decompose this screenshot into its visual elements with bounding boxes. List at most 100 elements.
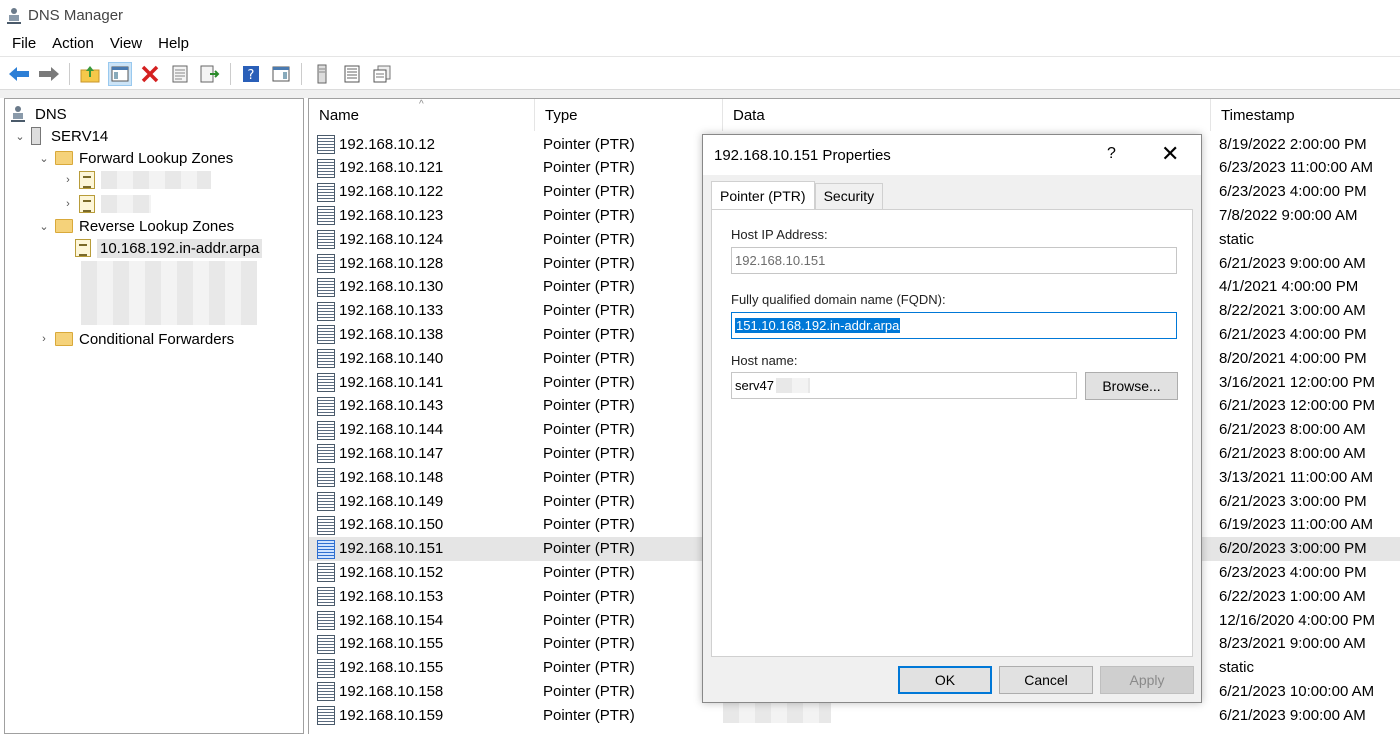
- tree-label-selected-zone: 10.168.192.in-addr.arpa: [97, 238, 263, 258]
- record-timestamp: 6/21/2023 8:00:00 AM: [1219, 421, 1366, 439]
- redacted-zone-name: [101, 171, 211, 189]
- chevron-down-icon[interactable]: ⌄: [37, 152, 51, 165]
- ptr-record-icon: [317, 563, 335, 583]
- tab-panel: Host IP Address: 192.168.10.151 Fully qu…: [711, 209, 1193, 657]
- chevron-down-icon[interactable]: ⌄: [37, 220, 51, 233]
- forward-arrow-icon[interactable]: [37, 62, 61, 86]
- ptr-record-icon: [317, 634, 335, 654]
- column-header-timestamp[interactable]: Timestamp: [1211, 99, 1400, 131]
- tree-node-forward-zones[interactable]: ⌄ Forward Lookup Zones: [37, 147, 233, 169]
- apply-button[interactable]: Apply: [1100, 666, 1194, 694]
- up-folder-icon[interactable]: [78, 62, 102, 86]
- menu-view[interactable]: View: [102, 32, 150, 55]
- record-name: 192.168.10.122: [339, 183, 444, 201]
- tab-pointer-ptr[interactable]: Pointer (PTR): [711, 181, 815, 209]
- delete-icon[interactable]: [138, 62, 162, 86]
- column-header-name[interactable]: Name ^: [309, 99, 535, 131]
- record-type: Pointer (PTR): [543, 159, 635, 177]
- column-header-name-label: Name: [319, 106, 360, 124]
- chevron-right-icon[interactable]: ›: [61, 174, 75, 186]
- toolbar-separator: [301, 62, 302, 85]
- record-timestamp: 6/21/2023 9:00:00 AM: [1219, 254, 1366, 272]
- record-type: Pointer (PTR): [543, 278, 635, 296]
- ptr-record-icon: [317, 254, 335, 273]
- record-name: 192.168.10.141: [339, 373, 444, 391]
- record-name: 192.168.10.130: [339, 278, 444, 296]
- back-arrow-icon[interactable]: [7, 62, 31, 86]
- ptr-record-icon: [317, 611, 335, 630]
- host-ip-field[interactable]: 192.168.10.151: [731, 247, 1177, 274]
- dialog-tabs: Pointer (PTR) Security: [711, 181, 884, 209]
- properties-icon[interactable]: [168, 62, 192, 86]
- tree-node-forward-zone-1[interactable]: ›: [61, 169, 211, 191]
- tree-node-dns[interactable]: DNS: [11, 103, 67, 125]
- record-timestamp: 6/21/2023 8:00:00 AM: [1219, 444, 1366, 462]
- tree-node-reverse-zones[interactable]: ⌄ Reverse Lookup Zones: [37, 215, 234, 237]
- dialog-title-bar: 192.168.10.151 Properties ? ✕: [703, 135, 1201, 175]
- ptr-record-icon: [317, 658, 335, 678]
- record-type: Pointer (PTR): [543, 325, 635, 343]
- record-name: 192.168.10.149: [339, 492, 444, 510]
- dns-root-icon: [11, 105, 25, 123]
- tree-node-server[interactable]: ⌄ SERV14: [13, 125, 108, 147]
- properties-dialog: 192.168.10.151 Properties ? ✕ Pointer (P…: [702, 134, 1202, 703]
- tab-security[interactable]: Security: [814, 183, 884, 209]
- action-pane-icon[interactable]: [269, 62, 293, 86]
- record-timestamp: 3/13/2021 11:00:00 AM: [1219, 468, 1374, 486]
- dns-manager-icon: [6, 7, 22, 25]
- ptr-record-icon: [317, 182, 335, 202]
- tree-node-conditional-forwarders[interactable]: › Conditional Forwarders: [37, 328, 234, 350]
- record-name: 192.168.10.140: [339, 349, 444, 367]
- redacted-data: [723, 703, 831, 723]
- ok-button[interactable]: OK: [898, 666, 992, 694]
- toolbar-separator: [230, 62, 231, 85]
- chevron-down-icon[interactable]: ⌄: [13, 130, 27, 143]
- record-name: 192.168.10.155: [339, 635, 444, 653]
- column-header-data[interactable]: Data: [723, 99, 1211, 131]
- record-copy-icon[interactable]: [370, 62, 394, 86]
- record-type: Pointer (PTR): [543, 302, 635, 320]
- column-header-type[interactable]: Type: [535, 99, 723, 131]
- record-name: 192.168.10.121: [339, 159, 444, 177]
- table-row[interactable]: 192.168.10.159 Pointer (PTR) 6/21/2023 9:0…: [309, 703, 1400, 727]
- help-icon[interactable]: ?: [239, 62, 263, 86]
- dialog-help-button[interactable]: ?: [1107, 145, 1116, 163]
- menu-action[interactable]: Action: [44, 32, 102, 55]
- redacted-zone-list: [81, 261, 257, 325]
- record-type: Pointer (PTR): [543, 540, 635, 558]
- show-hide-tree-icon[interactable]: [108, 61, 132, 86]
- menu-file[interactable]: File: [4, 32, 44, 55]
- record-type: Pointer (PTR): [543, 349, 635, 367]
- console-tree: DNS ⌄ SERV14 ⌄ Forward Lookup Zones › › …: [4, 98, 304, 734]
- cancel-button[interactable]: Cancel: [999, 666, 1093, 694]
- record-type: Pointer (PTR): [543, 373, 635, 391]
- server-icon[interactable]: [310, 62, 334, 86]
- host-name-label: Host name:: [731, 353, 798, 368]
- record-type: Pointer (PTR): [543, 421, 635, 439]
- record-list-icon[interactable]: [340, 62, 364, 86]
- record-type: Pointer (PTR): [543, 206, 635, 224]
- window-title: DNS Manager: [28, 7, 124, 24]
- record-name: 192.168.10.151: [339, 540, 444, 558]
- record-timestamp: 12/16/2020 4:00:00 PM: [1219, 611, 1375, 629]
- ptr-record-icon: [317, 587, 335, 607]
- chevron-right-icon[interactable]: ›: [37, 333, 51, 345]
- chevron-right-icon[interactable]: ›: [61, 198, 75, 210]
- host-name-field[interactable]: serv47: [731, 372, 1077, 399]
- menu-help[interactable]: Help: [150, 32, 197, 55]
- fqdn-field[interactable]: 151.10.168.192.in-addr.arpa: [731, 312, 1177, 339]
- record-type: Pointer (PTR): [543, 254, 635, 272]
- export-list-icon[interactable]: [198, 62, 222, 86]
- fqdn-label: Fully qualified domain name (FQDN):: [731, 292, 946, 307]
- ptr-record-icon: [317, 396, 335, 416]
- record-name: 192.168.10.158: [339, 682, 444, 700]
- record-name: 192.168.10.155: [339, 659, 444, 677]
- tree-node-forward-zone-2[interactable]: ›: [61, 193, 151, 215]
- browse-button[interactable]: Browse...: [1085, 372, 1178, 400]
- host-ip-value: 192.168.10.151: [735, 253, 826, 268]
- record-type: Pointer (PTR): [543, 516, 635, 534]
- record-timestamp: 8/20/2021 4:00:00 PM: [1219, 349, 1367, 367]
- record-type: Pointer (PTR): [543, 587, 635, 605]
- tree-node-selected-zone[interactable]: 10.168.192.in-addr.arpa: [75, 237, 263, 259]
- dialog-close-button[interactable]: ✕: [1161, 141, 1179, 167]
